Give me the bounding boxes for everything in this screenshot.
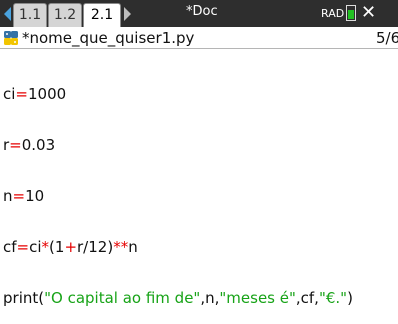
operator: = (9, 136, 22, 154)
argument: ,cf, (295, 289, 319, 307)
expression: (1 (49, 238, 65, 256)
operator: = (15, 85, 28, 103)
code-line-2[interactable]: r=0.03 (3, 137, 353, 154)
number: 10 (25, 187, 45, 205)
code-line-4[interactable]: cf=ci*(1+r/12)**n (3, 239, 353, 256)
operator: ** (113, 238, 129, 256)
identifier: ci (29, 238, 42, 256)
close-icon[interactable]: ✕ (361, 2, 376, 23)
code-line-5[interactable]: print("O capital ao fim de",n,"meses é",… (3, 290, 353, 307)
string-literal: "O capital ao fim de" (44, 289, 201, 307)
operator: = (12, 187, 26, 205)
number: 0.03 (21, 136, 56, 154)
file-header: *nome_que_quiser1.py 5/6 (0, 27, 398, 49)
operator: = (16, 238, 30, 256)
identifier: n (3, 187, 13, 205)
expression: r/12) (77, 238, 114, 256)
argument: ,n, (200, 289, 220, 307)
code-line-3[interactable]: n=10 (3, 188, 353, 205)
tab-1-1[interactable]: 1.1 (13, 3, 47, 27)
function-close: ) (347, 289, 353, 307)
file-name: *nome_que_quiser1.py (22, 29, 195, 47)
tab-scroll-left-icon[interactable] (4, 7, 11, 21)
function-call: print( (3, 289, 45, 307)
code-line-1[interactable]: ci=1000 (3, 86, 353, 103)
document-title: *Doc (186, 4, 218, 19)
operator: * (41, 238, 50, 256)
number: 1000 (28, 85, 67, 103)
top-bar: 1.1 1.2 2.1 *Doc RAD ✕ (0, 0, 398, 27)
battery-icon (346, 5, 356, 21)
code-editor[interactable]: ci=1000 r=0.03 n=10 cf=ci*(1+r/12)**n pr… (3, 52, 353, 324)
tab-2-1[interactable]: 2.1 (83, 3, 121, 27)
operator: + (64, 238, 78, 256)
tab-1-2[interactable]: 1.2 (48, 3, 82, 27)
page-indicator: 5/6 (376, 29, 398, 47)
string-literal: "€." (318, 289, 348, 307)
tab-scroll-right-icon[interactable] (124, 7, 131, 21)
identifier: n (128, 238, 138, 256)
identifier: cf (3, 238, 17, 256)
python-file-icon (4, 31, 18, 45)
identifier: ci (3, 85, 16, 103)
string-literal: "meses é" (219, 289, 296, 307)
angle-mode-indicator: RAD (321, 7, 345, 20)
